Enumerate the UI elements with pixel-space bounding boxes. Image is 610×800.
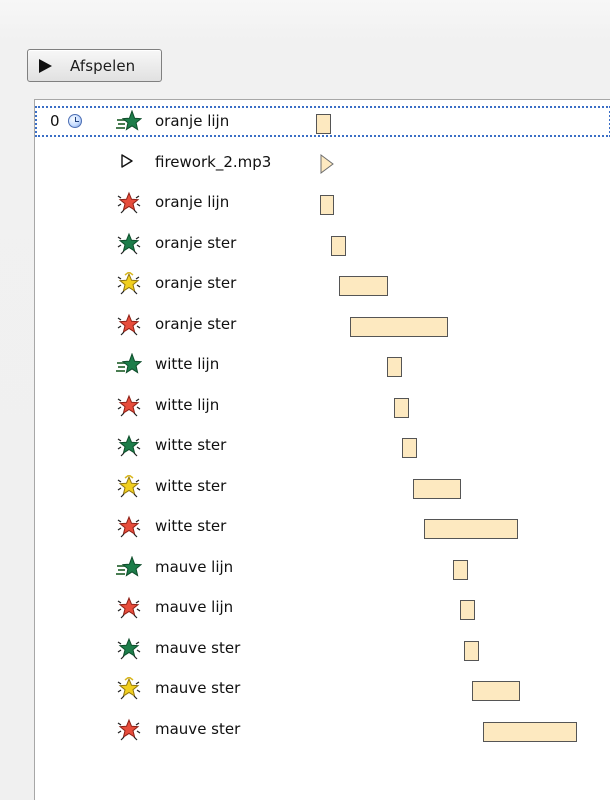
animation-pane: Afspelen 0 oranje lijn firework_2.mp3 or… xyxy=(0,0,610,800)
animation-row[interactable]: mauve ster xyxy=(35,633,610,664)
play-button[interactable]: Afspelen xyxy=(27,49,162,82)
animation-label: witte ster xyxy=(155,436,227,454)
animation-label: oranje ster xyxy=(155,233,237,252)
animation-label: witte lijn xyxy=(155,395,220,414)
burst-star-green-icon xyxy=(116,637,142,661)
timeline-bar[interactable] xyxy=(424,519,518,539)
animation-label: oranje lijn xyxy=(155,112,230,130)
animation-row[interactable]: witte ster xyxy=(35,511,610,542)
timeline-bar[interactable] xyxy=(316,114,331,134)
animation-label: mauve ster xyxy=(155,638,241,657)
animation-row[interactable]: mauve ster xyxy=(35,714,610,745)
burst-star-red-icon xyxy=(116,191,142,215)
animation-label: witte lijn xyxy=(155,355,220,373)
animation-row[interactable]: witte lijn xyxy=(35,349,610,380)
animation-order-number: 0 xyxy=(50,112,60,130)
burst-star-red-icon xyxy=(116,394,142,418)
burst-star-yellow-icon xyxy=(116,272,142,296)
animation-row[interactable]: oranje lijn xyxy=(35,187,610,218)
animation-row[interactable]: mauve lijn xyxy=(35,552,610,583)
animation-row[interactable]: mauve lijn xyxy=(35,592,610,623)
animation-row[interactable]: witte ster xyxy=(35,430,610,461)
animation-label: oranje ster xyxy=(155,274,237,292)
burst-star-red-icon xyxy=(116,515,142,539)
animation-label: mauve ster xyxy=(155,679,241,697)
animation-label: mauve ster xyxy=(155,719,241,738)
burst-star-yellow-icon xyxy=(116,474,142,499)
audio-timeline-marker[interactable] xyxy=(320,153,334,174)
animation-label: firework_2.mp3 xyxy=(155,152,272,171)
timeline-bar[interactable] xyxy=(387,357,402,377)
timeline-bar[interactable] xyxy=(413,478,461,499)
timeline-bar[interactable] xyxy=(394,397,409,418)
burst-star-yellow-icon xyxy=(116,677,142,701)
burst-star-red-icon xyxy=(116,313,142,337)
timeline-bar[interactable] xyxy=(464,640,479,661)
timeline-bar[interactable] xyxy=(402,438,417,458)
animation-row[interactable]: witte ster xyxy=(35,471,610,502)
clock-icon xyxy=(68,114,82,128)
timeline-bar[interactable] xyxy=(350,316,448,337)
animation-label: mauve lijn xyxy=(155,557,234,576)
burst-star-green-icon xyxy=(116,434,142,458)
animation-row[interactable]: firework_2.mp3 xyxy=(35,147,610,178)
burst-star-red-icon xyxy=(116,718,142,742)
wipe-star-icon xyxy=(116,110,142,134)
animation-row[interactable]: oranje ster xyxy=(35,268,610,299)
wipe-star-icon xyxy=(116,353,142,377)
animation-label: witte ster xyxy=(155,476,227,495)
audio-play-icon xyxy=(120,153,134,168)
animation-row[interactable]: oranje ster xyxy=(35,228,610,259)
animation-label: mauve lijn xyxy=(155,598,234,616)
timeline-bar[interactable] xyxy=(472,681,520,701)
timeline-bar[interactable] xyxy=(453,559,468,580)
animation-row[interactable]: oranje ster xyxy=(35,309,610,340)
play-button-label: Afspelen xyxy=(70,56,136,75)
animation-label: witte ster xyxy=(155,517,227,535)
timeline-bar[interactable] xyxy=(331,235,346,256)
burst-star-green-icon xyxy=(116,232,142,256)
timeline-bar[interactable] xyxy=(320,195,334,215)
timeline-bar[interactable] xyxy=(483,721,577,742)
animation-label: oranje ster xyxy=(155,314,237,333)
burst-star-red-icon xyxy=(116,596,142,620)
timeline-bar[interactable] xyxy=(339,276,388,296)
timeline-bar[interactable] xyxy=(460,600,475,620)
animation-row-selected[interactable]: 0 oranje lijn xyxy=(35,106,610,137)
animation-label: oranje lijn xyxy=(155,193,230,211)
animation-row[interactable]: witte lijn xyxy=(35,390,610,421)
animation-list[interactable]: 0 oranje lijn firework_2.mp3 oranje lijn xyxy=(34,99,610,800)
animation-row[interactable]: mauve ster xyxy=(35,673,610,704)
play-icon xyxy=(35,57,53,75)
wipe-star-icon xyxy=(116,555,142,580)
